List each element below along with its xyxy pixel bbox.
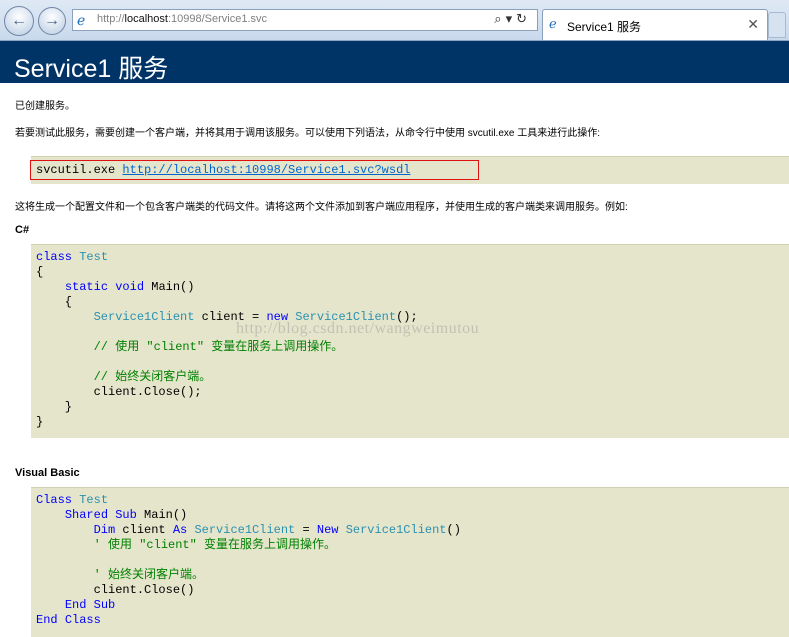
ie-page-icon: ℯ (77, 12, 86, 28)
vb-code: Class Test Shared Sub Main() Dim client … (36, 493, 461, 627)
browser-toolbar: ← → ℯ http://localhost:10998/Service1.sv… (0, 0, 789, 41)
address-url[interactable]: http://localhost:10998/Service1.svc (97, 13, 267, 25)
forward-button[interactable]: → (38, 7, 66, 35)
tab-service1[interactable]: ℯ Service1 服务 ✕ (542, 9, 768, 40)
vb-code-box: Class Test Shared Sub Main() Dim client … (31, 487, 789, 637)
vb-heading: Visual Basic (15, 467, 80, 479)
forward-arrow-icon: → (44, 12, 60, 29)
intro-text: 已创建服务。 (15, 101, 75, 112)
test-instructions: 若要测试此服务，需要创建一个客户端，并将其用于调用该服务。可以使用下列语法，从命… (15, 128, 601, 139)
highlight-box (30, 160, 479, 180)
back-arrow-icon: ← (11, 12, 27, 29)
page-title: Service1 服务 (14, 55, 169, 83)
tab-title: Service1 服务 (567, 20, 642, 34)
csharp-heading: C# (15, 224, 30, 236)
search-icon[interactable]: ⌕ (494, 11, 505, 26)
csharp-code: class Test { static void Main() { Servic… (36, 250, 418, 429)
address-bar[interactable]: ℯ http://localhost:10998/Service1.svc ⌕▾… (72, 9, 538, 31)
csharp-code-box: class Test { static void Main() { Servic… (31, 244, 789, 438)
dropdown-icon[interactable]: ▾ (506, 11, 517, 26)
refresh-icon[interactable]: ↻ (516, 11, 531, 26)
new-tab-button[interactable] (768, 12, 786, 38)
ie-tab-icon: ℯ (549, 16, 557, 31)
close-tab-icon[interactable]: ✕ (747, 16, 759, 33)
generate-description: 这将生成一个配置文件和一个包含客户端类的代码文件。请将这两个文件添加到客户端应用… (15, 202, 628, 213)
back-button[interactable]: ← (4, 6, 34, 36)
watermark: http://blog.csdn.net/wangweimutou (236, 320, 480, 337)
page-header: Service1 服务 (0, 41, 789, 83)
